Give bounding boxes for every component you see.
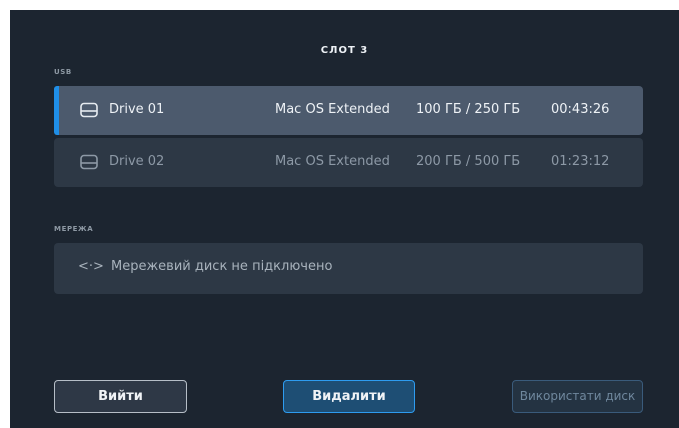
- drive-row-drive-02[interactable]: Drive 02 Mac OS Extended 200 ГБ / 500 ГБ…: [54, 138, 643, 187]
- use-disk-button[interactable]: Використати диск: [512, 380, 643, 413]
- drive-capacity: 100 ГБ / 250 ГБ: [416, 102, 521, 117]
- dialog-title: СЛОТ 3: [320, 45, 369, 56]
- drive-icon: [80, 102, 98, 118]
- drive-name: Drive 01: [109, 102, 165, 117]
- network-status-text: Мережевий диск не підключено: [111, 259, 333, 274]
- network-link-icon: <·>: [78, 259, 104, 274]
- network-drive-panel: <·> Мережевий диск не підключено: [54, 243, 643, 294]
- network-section-label: МЕРЕЖА: [54, 225, 94, 233]
- drive-row-drive-01[interactable]: Drive 01 Mac OS Extended 100 ГБ / 250 ГБ…: [54, 86, 643, 135]
- usb-section-label: USB: [54, 68, 72, 76]
- drive-time: 01:23:12: [551, 154, 610, 169]
- delete-button[interactable]: Видалити: [283, 380, 415, 413]
- drive-capacity: 200 ГБ / 500 ГБ: [416, 154, 521, 169]
- drive-format: Mac OS Extended: [275, 102, 390, 117]
- drive-icon: [80, 154, 98, 170]
- exit-button[interactable]: Вийти: [54, 380, 187, 413]
- drive-name: Drive 02: [109, 154, 165, 169]
- slot-dialog: СЛОТ 3 USB Drive 01 Mac OS Extended 100 …: [10, 10, 679, 428]
- drive-format: Mac OS Extended: [275, 154, 390, 169]
- selected-indicator: [54, 86, 59, 135]
- drive-time: 00:43:26: [551, 102, 610, 117]
